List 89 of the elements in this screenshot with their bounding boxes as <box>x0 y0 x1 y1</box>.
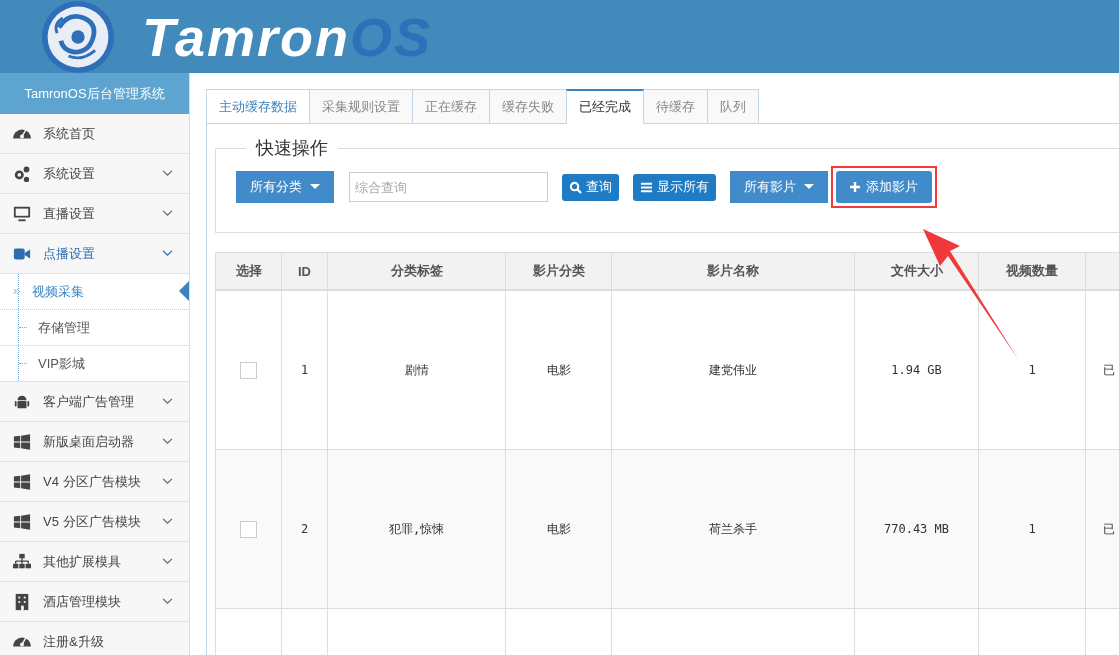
menu-label: 新版桌面启动器 <box>43 432 135 451</box>
panel-legend: 快速操作 <box>246 136 338 160</box>
show-all-button[interactable]: 显示所有 <box>633 173 716 201</box>
column-header: ID <box>281 252 328 290</box>
tab[interactable]: 队列 <box>707 89 758 124</box>
menu-item[interactable]: 新版桌面启动器 <box>0 422 189 462</box>
table-cell: 剧情 <box>404 362 429 377</box>
menu-item[interactable]: 直播设置 <box>0 194 189 234</box>
menu-label: V4 分区广告模块 <box>43 472 142 491</box>
menu-label: 直播设置 <box>43 204 96 223</box>
menu-item[interactable]: 系统设置 <box>0 154 189 194</box>
chevron-down-icon <box>162 438 173 445</box>
windows-icon <box>12 432 32 451</box>
menu-item[interactable]: V5 分区广告模块 <box>0 502 189 542</box>
chevron-down-icon <box>162 518 173 525</box>
dashboard-icon <box>12 636 32 647</box>
menu-item[interactable]: 酒店管理模块 <box>0 582 189 622</box>
submenu-item[interactable]: VIP影城 <box>0 346 189 381</box>
submenu-label: VIP影城 <box>38 354 85 373</box>
table-cell: 犯罪,惊悚 <box>388 521 445 536</box>
row-checkbox[interactable] <box>240 520 257 538</box>
menu-item[interactable]: 客户端广告管理 <box>0 382 189 422</box>
search-field[interactable]: 综合查询 <box>349 172 548 202</box>
plus-icon <box>850 182 860 192</box>
table-cell: 荷兰杀手 <box>709 521 757 536</box>
chevron-down-icon <box>162 478 173 485</box>
chevron-down-icon <box>162 598 173 605</box>
query-button[interactable]: 查询 <box>562 173 619 201</box>
menu-label: 系统设置 <box>43 164 96 183</box>
menu-item[interactable]: 系统首页 <box>0 114 189 154</box>
table-cell: 1.94 GB <box>891 363 942 377</box>
search-icon <box>569 180 582 194</box>
table-cell: 电影 <box>546 521 571 536</box>
dashboard-icon <box>12 128 32 139</box>
film-dropdown[interactable]: 所有影片 <box>730 171 828 203</box>
submenu-label: 视频采集 <box>32 282 84 301</box>
gears-icon <box>12 164 32 183</box>
category-dropdown[interactable]: 所有分类 <box>236 171 334 203</box>
chevron-down-icon <box>162 170 173 177</box>
table-cell: 电影 <box>546 362 571 377</box>
double-chevron-icon <box>13 288 21 295</box>
column-header: 影片分类 <box>505 252 612 290</box>
column-header: 选择 <box>215 252 282 290</box>
submenu-item[interactable]: 视频采集 <box>0 274 189 310</box>
row-checkbox[interactable] <box>240 361 257 379</box>
column-header: 影片名称 <box>611 252 855 290</box>
chevron-down-icon <box>162 250 173 257</box>
add-film-button[interactable]: 添加影片 <box>836 171 932 203</box>
caret-icon <box>310 184 320 190</box>
tab[interactable]: 缓存失败 <box>489 89 566 124</box>
menu-label: 注册&升级 <box>43 632 105 651</box>
tab[interactable]: 采集规则设置 <box>309 89 412 124</box>
tab[interactable]: 已经完成 <box>566 89 644 124</box>
table-cell: 1 <box>300 363 309 377</box>
monitor-icon <box>12 204 32 223</box>
chevron-down-icon <box>162 558 173 565</box>
menu-label: 系统首页 <box>43 124 96 143</box>
sidebar-title: TamronOS后台管理系统 <box>0 73 189 114</box>
table-cell: 770.43 MB <box>884 522 949 536</box>
sitemap-icon <box>12 552 32 571</box>
table-cell: 1 <box>1028 363 1036 377</box>
chevron-down-icon <box>162 210 173 217</box>
submenu-label: 存储管理 <box>38 318 90 337</box>
column-header: 分类标签 <box>327 252 506 290</box>
tab[interactable]: 正在缓存 <box>412 89 489 124</box>
table-cell: 建党伟业 <box>709 362 757 377</box>
menu-item[interactable]: 其他扩展模具 <box>0 542 189 582</box>
active-pointer-icon <box>179 280 189 302</box>
windows-icon <box>12 472 32 491</box>
menu-label: V5 分区广告模块 <box>43 512 142 531</box>
column-header: 视频数量 <box>978 252 1086 290</box>
table-cell: 已 <box>1103 362 1115 377</box>
menu-label: 酒店管理模块 <box>43 592 122 611</box>
table-cell: 已 <box>1103 521 1115 536</box>
table-cell: 2 <box>300 522 309 536</box>
chevron-down-icon <box>162 398 173 405</box>
table-cell: 1 <box>1028 522 1036 536</box>
submenu-item[interactable]: 存储管理 <box>0 310 189 346</box>
menu-item[interactable]: 注册&升级 <box>0 622 189 655</box>
caret-icon <box>804 184 814 190</box>
menu-label: 客户端广告管理 <box>43 392 135 411</box>
menu-item[interactable]: V4 分区广告模块 <box>0 462 189 502</box>
menu-label: 其他扩展模具 <box>43 552 122 571</box>
menu-label: 点播设置 <box>43 244 96 263</box>
windows-icon <box>12 512 32 531</box>
list-icon <box>640 181 653 193</box>
tab[interactable]: 待缓存 <box>644 89 707 124</box>
tab[interactable]: 主动缓存数据 <box>206 89 309 124</box>
column-header: 文件大小 <box>854 252 979 290</box>
